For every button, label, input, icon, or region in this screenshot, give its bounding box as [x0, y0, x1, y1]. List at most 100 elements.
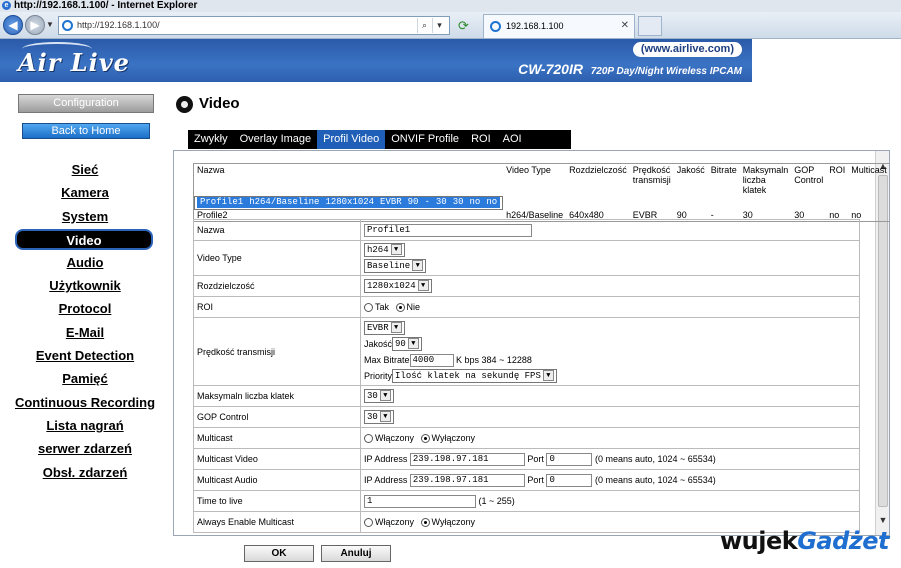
sidebar-item-protocol[interactable]: Protocol: [0, 297, 170, 320]
multicast-label: Multicast: [193, 427, 361, 449]
col-header: ROI: [829, 165, 846, 175]
page-icon: [62, 20, 73, 31]
address-bar[interactable]: http://192.168.1.100/ ⌕ ▾: [58, 16, 450, 35]
sidebar-item-uzytkownik[interactable]: Użytkownik: [0, 274, 170, 297]
browser-tab[interactable]: 192.168.1.100 ✕: [483, 14, 635, 38]
airlive-logo: Air Live: [18, 48, 130, 77]
audio-ip-input[interactable]: 239.198.97.181: [409, 473, 525, 487]
multicast-off-radio[interactable]: [420, 434, 430, 444]
table-row[interactable]: Profile1 h264/Baseline 1280x1024 EVBR 90…: [194, 196, 504, 210]
audio-port-input[interactable]: 0: [546, 473, 593, 487]
col-header: Jakość: [676, 165, 705, 175]
sidebar-item-obsl-zdarzen[interactable]: Obsł. zdarzeń: [0, 461, 170, 484]
cell: EVBR: [377, 197, 405, 208]
back-to-home-button[interactable]: Back to Home: [22, 123, 150, 139]
video-type-label: Video Type: [193, 240, 361, 276]
ttl-label: Time to live: [193, 490, 361, 512]
scroll-down-icon[interactable]: ▼: [876, 513, 889, 527]
ttl-input[interactable]: 1: [364, 494, 476, 508]
ttl-hint: (1 ~ 255): [478, 495, 515, 506]
always-multicast-label: Always Enable Multicast: [193, 511, 361, 533]
fps-value: 30: [367, 391, 378, 401]
website-link[interactable]: (www.airlive.com): [632, 42, 742, 57]
roi-no-label: Nie: [406, 301, 421, 312]
always-on-label: Włączony: [375, 516, 415, 527]
cancel-button[interactable]: Anuluj: [321, 545, 391, 562]
forward-arrow-icon[interactable]: ▶: [25, 15, 45, 35]
ie-logo-icon: e: [2, 1, 11, 10]
codec-value: h264: [367, 245, 389, 255]
tab-aoi[interactable]: AOI: [497, 130, 528, 149]
chevron-down-icon: ▼: [542, 370, 554, 382]
rate-mode-select[interactable]: EVBR ▼: [364, 321, 405, 336]
quality-value: 90: [395, 339, 406, 350]
sidebar-item-continuous-recording[interactable]: Continuous Recording: [0, 391, 170, 414]
address-dropdown-icon[interactable]: ▾: [432, 18, 446, 33]
sidebar-item-email[interactable]: E-Mail: [0, 321, 170, 344]
tab-zwykly[interactable]: Zwykły: [188, 130, 234, 149]
tab-profil-video[interactable]: Profil Video: [317, 130, 386, 149]
sidebar-item-kamera[interactable]: Kamera: [0, 181, 170, 204]
name-input[interactable]: Profile1: [364, 223, 532, 237]
sidebar-item-event-detection[interactable]: Event Detection: [0, 344, 170, 367]
scrollbar-thumb[interactable]: [878, 175, 888, 507]
col-header: Rozdzielczość: [569, 165, 627, 175]
sidebar-item-audio[interactable]: Audio: [0, 251, 170, 274]
search-icon[interactable]: ⌕: [417, 18, 431, 33]
video-port-input[interactable]: 0: [546, 452, 593, 466]
gop-select[interactable]: 30 ▼: [364, 410, 394, 424]
content-frame: ▲ ▼ Nazwa Video Type Rozdzielczość Prędk…: [173, 150, 890, 536]
rate-mode-value: EVBR: [367, 323, 389, 334]
sidebar-item-siec[interactable]: Sieć: [0, 158, 170, 181]
resolution-value: 1280x1024: [367, 281, 416, 291]
col-header: GOP Control: [794, 165, 824, 185]
cell: 1280x1024: [322, 197, 378, 208]
watermark-part-b: Gadżet: [797, 527, 890, 555]
multicast-on-radio[interactable]: [364, 434, 373, 444]
col-header: Nazwa: [197, 165, 225, 175]
max-bitrate-input[interactable]: 4000: [409, 353, 454, 367]
h264-profile-select[interactable]: Baseline ▼: [364, 259, 427, 273]
sidebar-item-system[interactable]: System: [0, 205, 170, 228]
back-arrow-icon[interactable]: ◀: [3, 15, 23, 35]
browser-toolbar: ◀ ▶ ▼ http://192.168.1.100/ ⌕ ▾ ⟳ 192.16…: [0, 12, 901, 39]
close-icon[interactable]: ✕: [621, 15, 629, 37]
new-tab-button[interactable]: [638, 16, 662, 36]
gop-value: 30: [367, 412, 378, 422]
resolution-select[interactable]: 1280x1024 ▼: [364, 279, 432, 293]
configuration-button[interactable]: Configuration: [18, 94, 154, 113]
codec-select[interactable]: h264 ▼: [364, 243, 405, 257]
chevron-down-icon: ▼: [379, 390, 391, 401]
tab-roi[interactable]: ROI: [465, 130, 497, 149]
audio-port-hint: (0 means auto, 1024 ~ 65534): [594, 474, 716, 485]
window-title-bar: e http://192.168.1.100/ - Internet Explor…: [0, 0, 901, 12]
refresh-icon[interactable]: ⟳: [458, 18, 469, 34]
tab-overlay-image[interactable]: Overlay Image: [234, 130, 318, 149]
gop-label: GOP Control: [193, 406, 361, 428]
model-code: CW-720IR: [518, 61, 583, 77]
history-dropdown-icon[interactable]: ▼: [46, 20, 54, 29]
always-off-radio[interactable]: [420, 518, 430, 528]
tab-onvif-profile[interactable]: ONVIF Profile: [385, 130, 465, 149]
roi-yes-label: Tak: [375, 301, 390, 312]
sidebar-item-pamiec[interactable]: Pamięć: [0, 367, 170, 390]
priority-select[interactable]: Ilość klatek na sekundę FPS ▼: [392, 369, 557, 384]
sidebar-item-lista-nagran[interactable]: Lista nagrań: [0, 414, 170, 437]
profile-table: Nazwa Video Type Rozdzielczość Prędkość …: [193, 163, 889, 222]
cell: h264/Baseline: [246, 197, 323, 208]
col-header: Bitrate: [710, 165, 737, 175]
roi-yes-radio[interactable]: [364, 303, 373, 313]
always-on-radio[interactable]: [364, 518, 373, 528]
roi-no-radio[interactable]: [395, 303, 405, 313]
ok-button[interactable]: OK: [244, 545, 314, 562]
video-ip-input[interactable]: 239.198.97.181: [409, 452, 525, 466]
col-header: Prędkość transmisji: [632, 165, 671, 185]
quality-select[interactable]: 90 ▼: [392, 337, 422, 352]
sidebar-item-serwer-zdarzen[interactable]: serwer zdarzeń: [0, 437, 170, 460]
watermark: wujekGadżet: [720, 527, 890, 555]
fps-select[interactable]: 30 ▼: [364, 389, 394, 403]
resolution-label: Rozdzielczość: [193, 275, 361, 297]
priority-label: Priority: [364, 370, 393, 381]
sidebar-item-video[interactable]: Video: [15, 228, 153, 250]
max-bitrate-label: Max Bitrate: [364, 354, 410, 365]
